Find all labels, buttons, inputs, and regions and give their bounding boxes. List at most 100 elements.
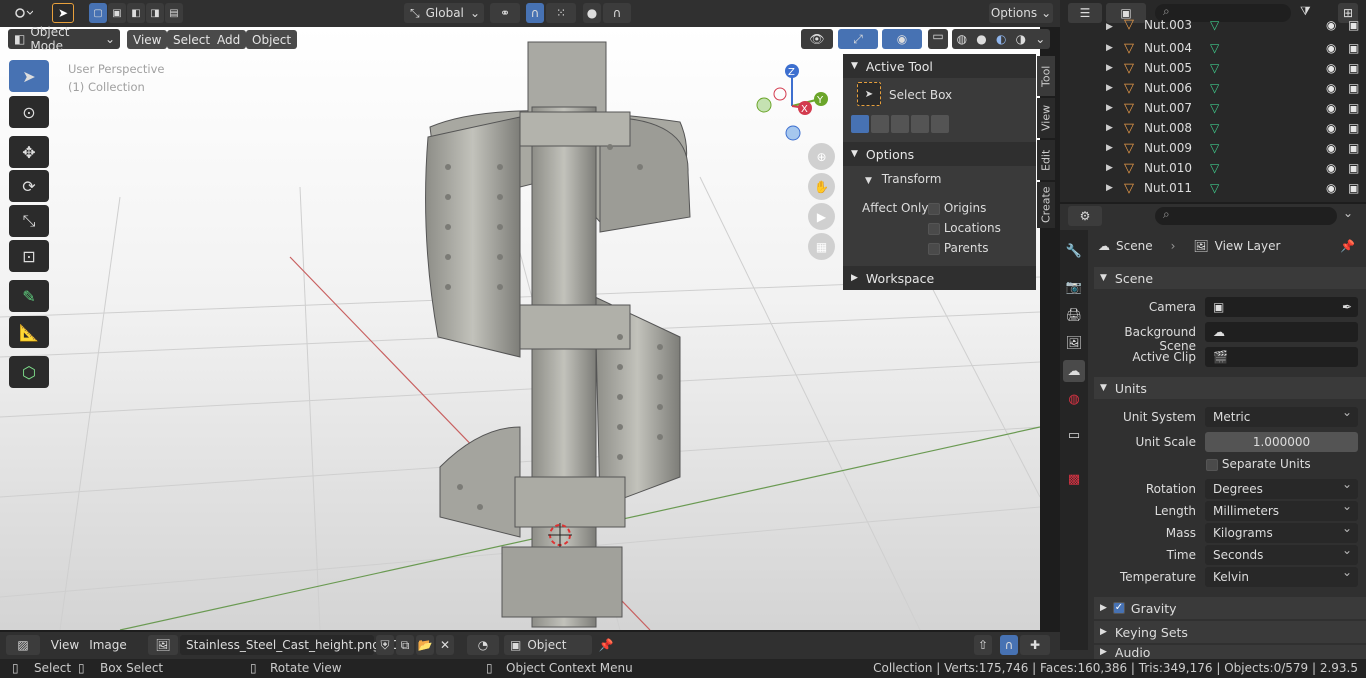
mesh-data-icon[interactable]: ▽ (1210, 141, 1219, 155)
menu-select[interactable]: Select (167, 30, 217, 49)
snap-toggle[interactable]: ∩ (526, 3, 544, 23)
camera-icon[interactable]: ▣ (1348, 41, 1359, 55)
eye-icon[interactable]: ◉ (1326, 181, 1336, 195)
length-dropdown[interactable]: Millimeters (1205, 499, 1358, 521)
world-properties-tab[interactable]: ◍ (1063, 388, 1085, 410)
mirror-button[interactable]: ⇧ (974, 635, 992, 655)
pan-button[interactable]: ✋ (808, 173, 835, 200)
fake-user-button[interactable]: ⛨ (376, 635, 394, 655)
scale-tool[interactable]: ⤡ (9, 205, 49, 237)
background-scene-field[interactable]: ☁ (1205, 322, 1358, 342)
uv-object-dropdown[interactable]: ▣ Object (504, 635, 592, 655)
move-tool[interactable]: ✥ (9, 136, 49, 168)
expand-arrow-icon[interactable]: ▶ (1106, 183, 1113, 193)
tab-edit[interactable]: Edit (1037, 140, 1055, 180)
orientation-dropdown[interactable]: ⤡ Global ⌄ (404, 3, 484, 23)
transform-header[interactable]: ▼ Transform (865, 172, 941, 186)
camera-field[interactable]: ▣ ✒ (1205, 297, 1358, 317)
snap-target-dropdown[interactable]: ⁙ (546, 3, 576, 23)
mode-invert-button[interactable] (911, 115, 929, 133)
keying-sets-section-header[interactable]: ▶ Keying Sets (1094, 621, 1366, 643)
expand-arrow-icon[interactable]: ▶ (1106, 22, 1113, 32)
add-cube-tool[interactable]: ⬡ (9, 356, 49, 388)
units-section-header[interactable]: ▼ Units (1094, 377, 1366, 399)
expand-arrow-icon[interactable]: ▶ (1106, 83, 1113, 93)
outliner-row[interactable]: ▶ ▽ Nut.004 ▽ ◉ ▣ (1060, 38, 1366, 58)
mesh-data-icon[interactable]: ▽ (1210, 81, 1219, 95)
editor-type-button[interactable] (6, 3, 40, 23)
image-view-menu[interactable]: View (46, 635, 84, 655)
unit-scale-field[interactable]: 1.000000 (1205, 432, 1358, 452)
cursor-tool[interactable]: ⊙ (9, 96, 49, 128)
expand-arrow-icon[interactable]: ▶ (1106, 43, 1113, 53)
expand-arrow-icon[interactable]: ▶ (1106, 123, 1113, 133)
texture-properties-tab[interactable]: ▩ (1063, 468, 1085, 490)
select-box-tool[interactable]: ➤ (9, 60, 49, 92)
eyedropper-icon[interactable]: ✒ (1342, 300, 1352, 314)
camera-view-button[interactable]: ▶ (808, 203, 835, 230)
ortho-toggle-button[interactable]: ▦ (808, 233, 835, 260)
mesh-data-icon[interactable]: ▽ (1210, 41, 1219, 55)
mode-intersect-button[interactable] (931, 115, 949, 133)
open-image-button[interactable]: 📂 (416, 635, 434, 655)
annotate-tool[interactable]: ✎ (9, 280, 49, 312)
mesh-data-icon[interactable]: ▽ (1210, 121, 1219, 135)
sync-button[interactable]: ∩ (1000, 635, 1018, 655)
outliner-item-label[interactable]: Nut.011 (1144, 181, 1192, 195)
image-mode-dropdown[interactable]: ◔ (467, 635, 499, 655)
overlays-toggle[interactable]: ◉ (882, 29, 922, 49)
image-image-menu[interactable]: Image (88, 635, 128, 655)
temperature-dropdown[interactable]: Kelvin (1205, 565, 1358, 587)
properties-search-input[interactable]: ⌕ (1155, 207, 1337, 225)
menu-view[interactable]: View (127, 30, 168, 49)
outliner-row[interactable]: ▶ ▽ Nut.009 ▽ ◉ ▣ (1060, 138, 1366, 158)
expand-arrow-icon[interactable]: ▶ (1106, 143, 1113, 153)
menu-object[interactable]: Object (246, 30, 298, 49)
camera-icon[interactable]: ▣ (1348, 18, 1359, 32)
camera-icon[interactable]: ▣ (1348, 101, 1359, 115)
pin-icon[interactable]: 📌 (1340, 239, 1355, 253)
camera-icon[interactable]: ▣ (1348, 61, 1359, 75)
visibility-dropdown[interactable]: 👁 (801, 29, 833, 49)
scene-section-header[interactable]: ▼ Scene (1094, 267, 1366, 289)
unit-system-dropdown[interactable]: Metric (1205, 405, 1358, 427)
eye-icon[interactable]: ◉ (1326, 61, 1336, 75)
expand-arrow-icon[interactable]: ▶ (1106, 103, 1113, 113)
eye-icon[interactable]: ◉ (1326, 81, 1336, 95)
outliner-row[interactable]: ▶ ▽ Nut.010 ▽ ◉ ▣ (1060, 158, 1366, 178)
eye-icon[interactable]: ◉ (1326, 121, 1336, 135)
snap-dropdown[interactable]: ✚ (1020, 635, 1050, 655)
outliner-row[interactable]: ▶ ▽ Nut.007 ▽ ◉ ▣ (1060, 98, 1366, 118)
mesh-data-icon[interactable]: ▽ (1210, 181, 1219, 195)
filter-icon[interactable]: ⧩ (1300, 4, 1311, 19)
mode-subtract-button[interactable]: ◧ (127, 3, 145, 23)
outliner-row[interactable]: ▶ ▽ Nut.006 ▽ ◉ ▣ (1060, 78, 1366, 98)
mode-intersect-button[interactable]: ▤ (165, 3, 183, 23)
outliner-row[interactable]: ▶ ▽ Nut.008 ▽ ◉ ▣ (1060, 118, 1366, 138)
mode-subtract-button[interactable] (891, 115, 909, 133)
browse-image-dropdown[interactable]: 🖼 (148, 635, 178, 655)
falloff-dropdown[interactable]: ∩ (603, 3, 631, 23)
outliner-row[interactable]: ▶ ▽ Nut.011 ▽ ◉ ▣ (1060, 178, 1366, 198)
transform-tool[interactable]: ⊡ (9, 240, 49, 272)
gizmo-toggle[interactable]: ⤢ (838, 29, 878, 49)
wireframe-shading-icon[interactable]: ◍ (957, 32, 967, 46)
time-dropdown[interactable]: Seconds (1205, 543, 1358, 565)
options-dropdown[interactable]: Options ⌄ (989, 3, 1053, 23)
tab-tool[interactable]: Tool (1037, 56, 1055, 96)
active-tool-header[interactable]: ▼ Active Tool (843, 54, 1036, 78)
select-tool-button[interactable]: ➤ (52, 3, 74, 23)
expand-arrow-icon[interactable]: ▶ (1106, 163, 1113, 173)
rotation-dropdown[interactable]: Degrees (1205, 477, 1358, 499)
proportional-edit-toggle[interactable]: ● (583, 3, 601, 23)
rotate-tool[interactable]: ⟳ (9, 170, 49, 202)
outliner-row[interactable]: ▶ ▽ Nut.003 ▽ ◉ ▣ (1060, 18, 1366, 32)
collection-properties-tab[interactable]: ▭ (1063, 424, 1085, 446)
eye-icon[interactable]: ◉ (1326, 18, 1336, 32)
menu-add[interactable]: Add (211, 30, 247, 49)
camera-icon[interactable]: ▣ (1348, 121, 1359, 135)
outliner-item-label[interactable]: Nut.007 (1144, 101, 1192, 115)
duplicate-image-button[interactable]: ⧉ (396, 635, 414, 655)
mode-extend-button[interactable]: ▣ (108, 3, 126, 23)
eye-icon[interactable]: ◉ (1326, 161, 1336, 175)
